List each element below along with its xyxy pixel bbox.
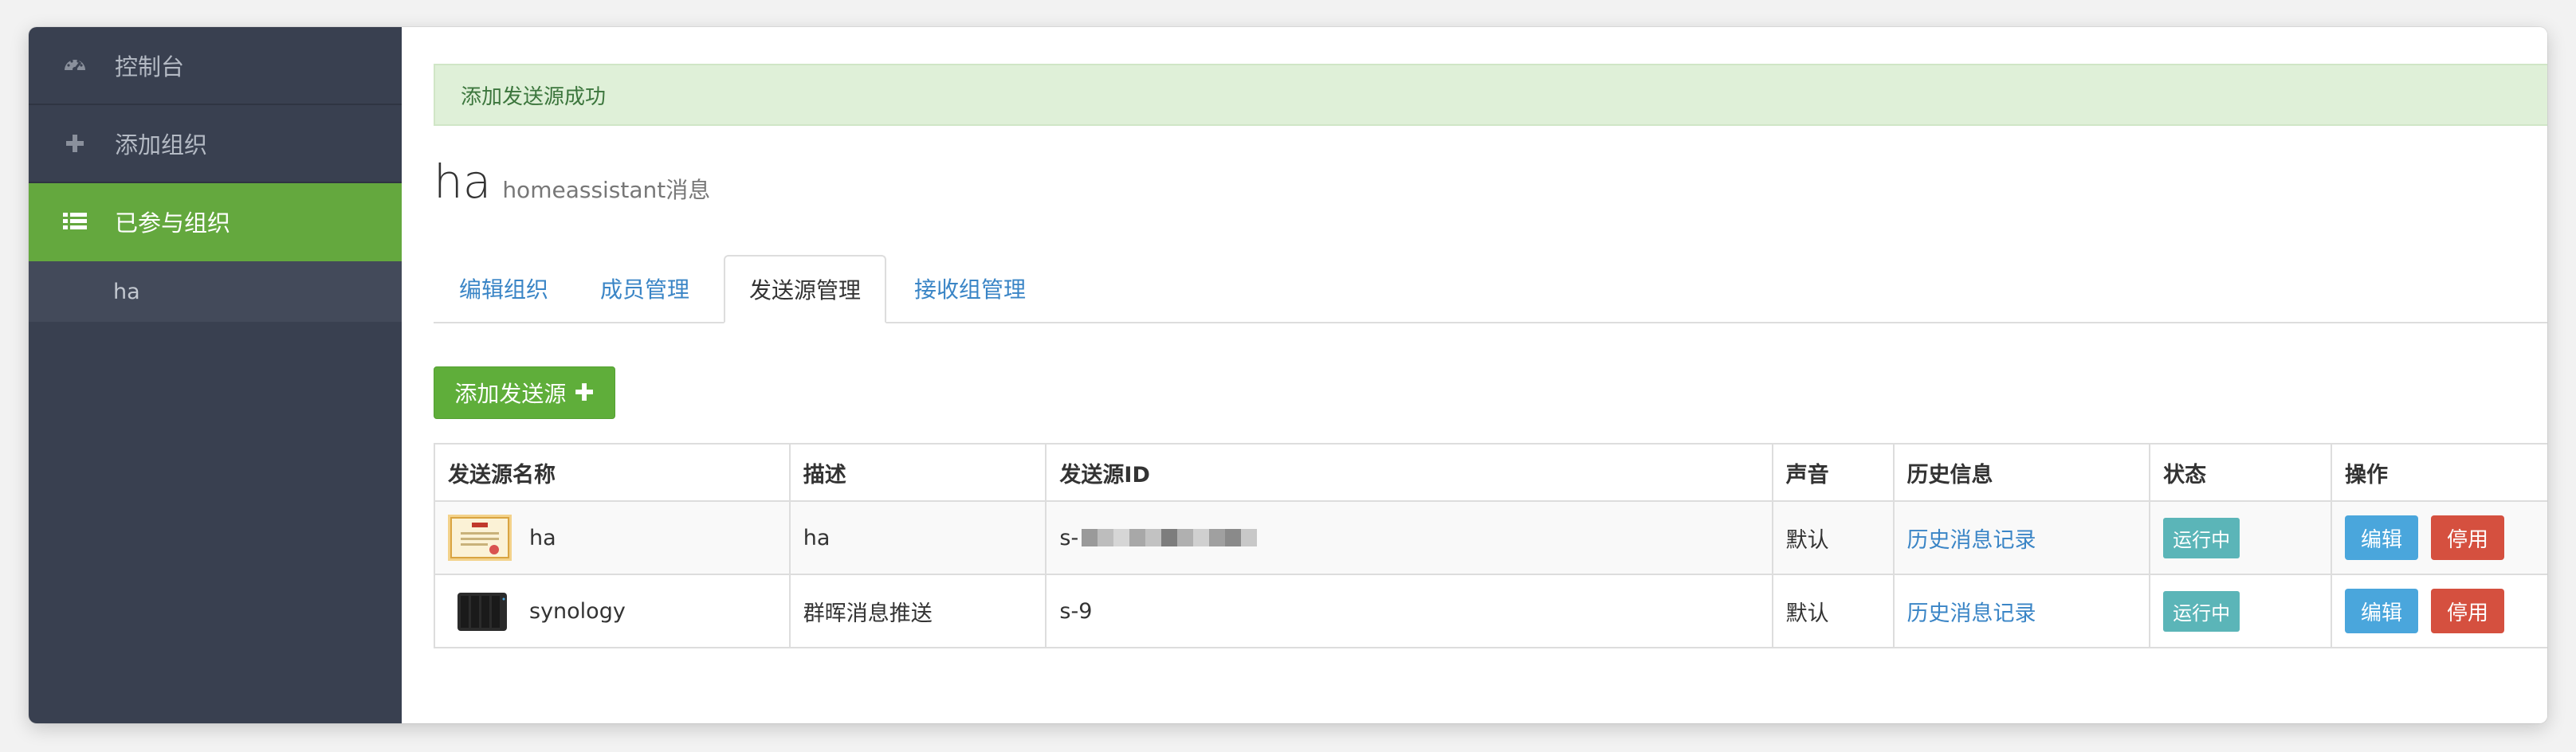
sidebar-subitem-ha[interactable]: ha: [29, 261, 402, 322]
sender-description: 群晖消息推送: [788, 574, 1047, 648]
column-header: 历史信息: [1892, 443, 2151, 502]
organization-description: homeassistant消息: [502, 177, 711, 203]
add-sender-label: 添加发送源: [454, 381, 567, 407]
tab-label: 成员管理: [599, 276, 689, 303]
sender-name: ha: [529, 525, 556, 550]
table-header-row: 发送源名称 描述 发送源ID 声音 历史信息 状态 操作: [434, 443, 2547, 502]
edit-button[interactable]: 编辑: [2344, 515, 2418, 560]
column-header: 状态: [2149, 443, 2332, 502]
page-title: ha homeassistant消息: [434, 155, 710, 209]
tab-receiver-group-management[interactable]: 接收组管理: [886, 255, 1054, 322]
sidebar-item-joined-organizations[interactable]: 已参与组织: [29, 183, 402, 261]
tab-label: 发送源管理: [748, 277, 861, 304]
sidebar-item-dashboard[interactable]: 控制台: [29, 27, 402, 105]
status-cell: 运行中: [2149, 574, 2332, 648]
history-cell: 历史消息记录: [1892, 500, 2151, 575]
sender-table: 发送源名称 描述 发送源ID 声音 历史信息 状态 操作 ha ha s- 默认…: [434, 443, 2547, 648]
status-badge: 运行中: [2163, 517, 2240, 558]
history-link[interactable]: 历史消息记录: [1907, 528, 2036, 553]
tab-sender-management[interactable]: 发送源管理: [724, 255, 886, 323]
tab-edit-organization[interactable]: 编辑组织: [434, 255, 574, 322]
sidebar-item-add-organization[interactable]: 添加组织: [29, 105, 402, 183]
add-sender-button[interactable]: 添加发送源 ✚: [434, 366, 615, 419]
history-cell: 历史消息记录: [1892, 574, 2151, 648]
column-header: 发送源ID: [1045, 443, 1773, 502]
sender-id: s-: [1059, 525, 1079, 550]
sidebar-item-label: 控制台: [115, 53, 185, 80]
sidebar: 控制台 添加组织 已参与组织 ha: [29, 27, 402, 723]
plus-icon: ✚: [574, 378, 595, 407]
sender-description: ha: [788, 500, 1047, 575]
sender-sound: 默认: [1771, 500, 1895, 575]
sender-sound: 默认: [1771, 574, 1895, 648]
actions-cell: 编辑 停用: [2330, 500, 2547, 575]
plus-icon: [61, 129, 89, 158]
sender-id-cell: s-: [1045, 500, 1773, 575]
tab-member-management[interactable]: 成员管理: [574, 255, 716, 322]
sidebar-item-label: 添加组织: [115, 131, 208, 159]
nas-device-thumbnail-icon: [448, 588, 512, 634]
sidebar-subitem-label: ha: [113, 279, 140, 304]
certificate-thumbnail-icon: [448, 515, 512, 561]
sender-name-cell: ha: [434, 500, 791, 575]
app-window: 控制台 添加组织 已参与组织 ha 添加发送源成功 ha homeassista…: [29, 27, 2547, 723]
sender-id: s-9: [1045, 574, 1773, 648]
status-cell: 运行中: [2149, 500, 2332, 575]
table-row: synology 群晖消息推送 s-9 默认 历史消息记录 运行中 编辑 停用: [434, 574, 2547, 648]
disable-button[interactable]: 停用: [2430, 589, 2504, 633]
organization-name: ha: [434, 155, 492, 209]
status-badge: 运行中: [2163, 590, 2240, 632]
column-header: 操作: [2330, 443, 2547, 502]
redacted-id-mask: [1082, 529, 1258, 546]
tab-label: 接收组管理: [913, 276, 1026, 303]
disable-button[interactable]: 停用: [2430, 515, 2504, 560]
table-row: ha ha s- 默认 历史消息记录 运行中 编辑 停用: [434, 500, 2547, 575]
actions-cell: 编辑 停用: [2330, 574, 2547, 648]
tab-bar: 编辑组织 成员管理 发送源管理 接收组管理: [434, 255, 2547, 323]
sidebar-item-label: 已参与组织: [115, 210, 231, 237]
edit-button[interactable]: 编辑: [2344, 589, 2418, 633]
dashboard-icon: [61, 51, 89, 80]
history-link[interactable]: 历史消息记录: [1907, 601, 2036, 626]
sender-name: synology: [529, 598, 626, 624]
column-header: 描述: [788, 443, 1047, 502]
column-header: 发送源名称: [434, 443, 791, 502]
sender-name-cell: synology: [434, 574, 791, 648]
tab-label: 编辑组织: [458, 276, 548, 303]
column-header: 声音: [1771, 443, 1895, 502]
list-icon: [61, 207, 89, 236]
alert-text: 添加发送源成功: [461, 84, 607, 109]
success-alert: 添加发送源成功: [434, 64, 2547, 126]
main-content: 添加发送源成功 ha homeassistant消息 编辑组织 成员管理 发送源…: [402, 27, 2547, 723]
